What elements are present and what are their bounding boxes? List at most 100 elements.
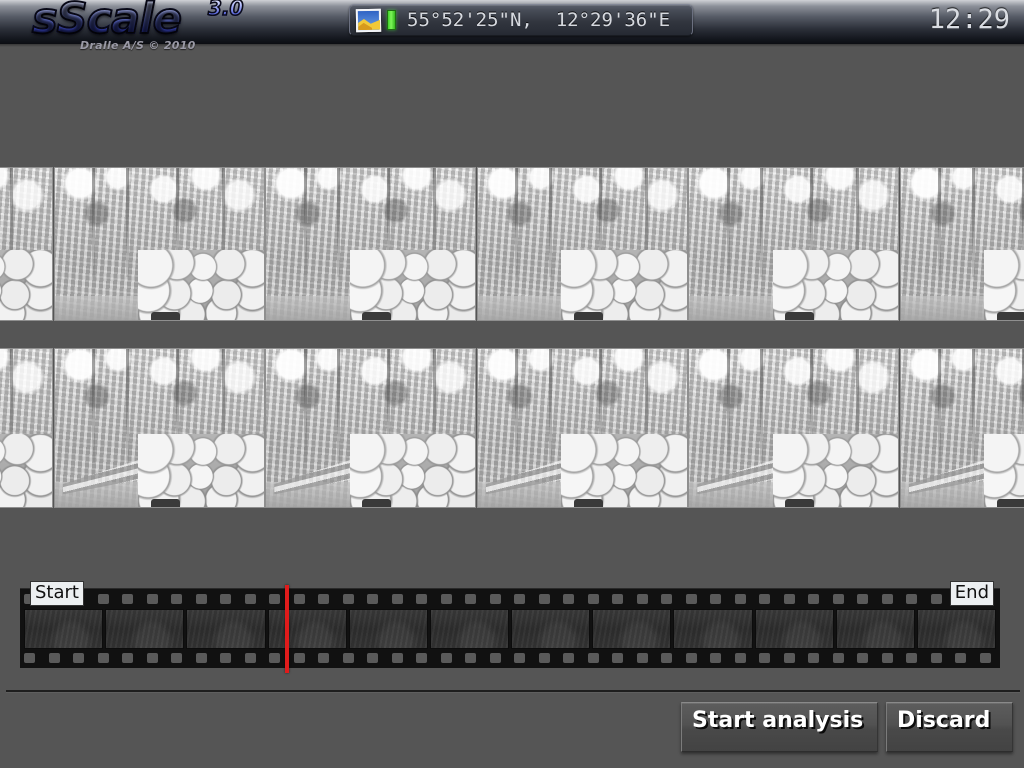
thumbnail-image[interactable] — [688, 348, 899, 508]
film-perforation — [339, 592, 364, 606]
film-perforation — [902, 592, 927, 606]
film-perforation — [363, 651, 388, 665]
thumbnail-row-2 — [0, 348, 1024, 508]
film-perforation — [829, 592, 854, 606]
filmstrip-frames[interactable] — [24, 609, 997, 649]
film-perforation — [69, 651, 94, 665]
map-photo-icon — [355, 8, 382, 32]
copyright-label: Dralle A/S © 2010 — [80, 39, 196, 52]
film-perforation — [559, 651, 584, 665]
film-perforation — [878, 592, 903, 606]
thumbnail-image[interactable] — [265, 167, 476, 321]
film-perforation — [437, 651, 462, 665]
film-perforation — [853, 592, 878, 606]
thumbnail-image[interactable] — [53, 348, 265, 508]
filmstrip-frame[interactable] — [592, 609, 672, 649]
signal-bar-icon — [387, 10, 396, 30]
filmstrip-playhead[interactable] — [285, 585, 289, 673]
app-version-superscript: 3.0 — [207, 0, 244, 21]
film-perforation — [461, 651, 486, 665]
filmstrip-frame[interactable] — [673, 609, 753, 649]
film-perforation — [657, 651, 682, 665]
filmstrip-start-label[interactable]: Start — [30, 581, 84, 606]
film-perforation — [510, 651, 535, 665]
thumbnail-image[interactable] — [53, 167, 265, 321]
clock-label: 12:29 — [928, 4, 1010, 35]
film-perforation — [363, 592, 388, 606]
filmstrip-frame[interactable] — [267, 609, 347, 649]
film-perforation — [314, 592, 339, 606]
thumbnail-image[interactable] — [899, 348, 1024, 508]
filmstrip-frame[interactable] — [835, 609, 915, 649]
film-perforation — [241, 592, 266, 606]
gps-coordinate-panel[interactable]: 55°52'25"N, 12°29'36"E — [349, 4, 693, 36]
film-perforation — [412, 651, 437, 665]
film-perforation — [633, 651, 658, 665]
film-perforation — [437, 592, 462, 606]
film-perforations-top — [20, 592, 1000, 606]
timber-photo — [900, 168, 1024, 320]
film-perforation — [20, 651, 45, 665]
film-perforation — [45, 651, 70, 665]
film-perforation — [780, 651, 805, 665]
start-analysis-button[interactable]: Start analysis — [681, 702, 878, 752]
film-perforation — [657, 592, 682, 606]
thumbnail-image[interactable] — [476, 167, 688, 321]
timber-photo — [54, 168, 264, 320]
timber-photo — [477, 168, 687, 320]
film-perforation — [927, 592, 952, 606]
filmstrip-timeline[interactable]: Start End — [20, 581, 1000, 673]
film-perforation — [290, 592, 315, 606]
film-perforation — [241, 651, 266, 665]
film-perforation — [339, 651, 364, 665]
film-perforation — [878, 651, 903, 665]
thumbnail-image[interactable] — [0, 167, 53, 321]
film-perforation — [192, 651, 217, 665]
filmstrip-frame[interactable] — [24, 609, 104, 649]
timber-photo — [54, 349, 264, 507]
film-perforation — [192, 592, 217, 606]
timber-photo — [900, 349, 1024, 507]
app-logo-text: sScale — [31, 0, 183, 45]
thumbnail-image[interactable] — [899, 167, 1024, 321]
thumbnail-image[interactable] — [688, 167, 899, 321]
film-perforation — [510, 592, 535, 606]
film-perforation — [167, 592, 192, 606]
film-perforation — [535, 592, 560, 606]
film-perforation — [706, 651, 731, 665]
filmstrip-frame[interactable] — [429, 609, 510, 649]
thumbnail-image[interactable] — [0, 348, 53, 508]
film-perforation — [143, 651, 168, 665]
film-perforation — [755, 592, 780, 606]
film-perforation — [314, 651, 339, 665]
filmstrip-frame[interactable] — [511, 609, 591, 649]
film-perforation — [559, 592, 584, 606]
film-perforation — [118, 651, 143, 665]
film-perforation — [951, 651, 976, 665]
film-perforation — [755, 651, 780, 665]
film-perforation — [804, 592, 829, 606]
film-perforation — [118, 592, 143, 606]
filmstrip-frame[interactable] — [754, 609, 834, 649]
filmstrip-frame[interactable] — [105, 609, 185, 649]
filmstrip-frame[interactable] — [348, 609, 428, 649]
timber-photo — [689, 168, 898, 320]
filmstrip-frame[interactable] — [186, 609, 266, 649]
film-perforation — [94, 592, 119, 606]
film-perforation — [780, 592, 805, 606]
filmstrip-frame[interactable] — [916, 609, 997, 649]
thumbnail-image[interactable] — [476, 348, 688, 508]
filmstrip-end-label[interactable]: End — [949, 581, 994, 606]
timber-photo — [477, 349, 687, 507]
film-perforation — [682, 592, 707, 606]
section-divider — [6, 690, 1020, 692]
film-perforation — [143, 592, 168, 606]
gps-coordinates-label: 55°52'25"N, 12°29'36"E — [407, 9, 671, 31]
timber-photo — [0, 168, 52, 320]
timber-photo — [266, 168, 475, 320]
application-window: sScale 3.0 Dralle A/S © 2010 55°52'25"N,… — [0, 0, 1024, 768]
film-perforation — [216, 651, 241, 665]
timber-photo — [266, 349, 475, 507]
discard-button[interactable]: Discard — [886, 702, 1013, 752]
thumbnail-image[interactable] — [265, 348, 476, 508]
